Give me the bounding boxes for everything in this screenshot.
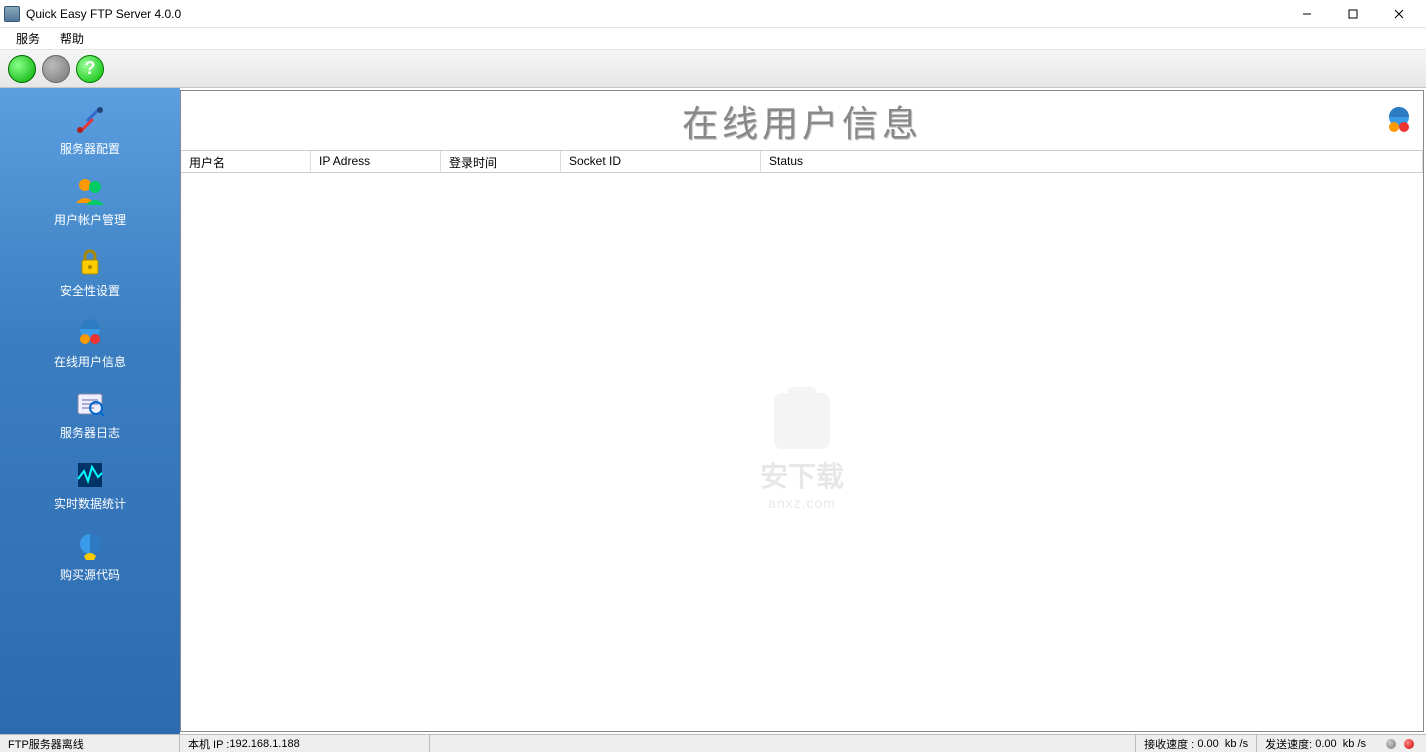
- sidebar-item-label: 服务器日志: [10, 424, 170, 441]
- log-icon: [74, 388, 106, 420]
- status-leds: [1374, 735, 1426, 752]
- help-button[interactable]: ?: [76, 55, 104, 83]
- watermark-text: 安下载: [760, 455, 844, 495]
- users-icon: [74, 175, 106, 207]
- sidebar-item-server-log[interactable]: 服务器日志: [10, 384, 170, 445]
- col-status[interactable]: Status: [761, 151, 1423, 172]
- sidebar-item-realtime-stats[interactable]: 实时数据统计: [10, 455, 170, 516]
- status-ip: 本机 IP : 192.168.1.188: [180, 735, 430, 752]
- menu-service[interactable]: 服务: [6, 28, 50, 49]
- col-ip[interactable]: IP Adress: [311, 151, 441, 172]
- ip-label: 本机 IP :: [188, 736, 229, 752]
- stop-server-button[interactable]: [42, 55, 70, 83]
- sidebar: 服务器配置 用户帐户管理 安全性设置 在线用户信息 服务器日志: [0, 88, 180, 734]
- main-panel: 在线用户信息 用户名 IP Adress 登录时间 Socket ID Stat…: [180, 90, 1424, 732]
- sidebar-item-label: 实时数据统计: [10, 495, 170, 512]
- sidebar-item-buy-source[interactable]: 购买源代码: [10, 526, 170, 587]
- panel-title: 在线用户信息: [682, 95, 922, 147]
- table-header: 用户名 IP Adress 登录时间 Socket ID Status: [181, 151, 1423, 173]
- sidebar-item-label: 在线用户信息: [10, 353, 170, 370]
- table-body: 安下载 anxz.com: [181, 173, 1423, 731]
- buy-icon: [74, 530, 106, 562]
- led-gray-icon: [1386, 739, 1396, 749]
- col-username[interactable]: 用户名: [181, 151, 311, 172]
- minimize-button[interactable]: [1284, 0, 1330, 28]
- online-users-icon: [1383, 105, 1415, 137]
- sidebar-item-label: 服务器配置: [10, 140, 170, 157]
- start-server-button[interactable]: [8, 55, 36, 83]
- panel-header: 在线用户信息: [181, 91, 1423, 151]
- stats-icon: [74, 459, 106, 491]
- sidebar-item-online-users[interactable]: 在线用户信息: [10, 313, 170, 374]
- sidebar-item-security[interactable]: 安全性设置: [10, 242, 170, 303]
- sidebar-item-label: 安全性设置: [10, 282, 170, 299]
- shield-icon: [774, 393, 830, 449]
- watermark-sub: anxz.com: [760, 495, 844, 511]
- ip-value: 192.168.1.188: [229, 738, 299, 750]
- toolbar: ?: [0, 50, 1426, 88]
- recv-label: 接收速度 :: [1144, 736, 1194, 752]
- send-label: 发送速度:: [1265, 736, 1312, 752]
- recv-value: 0.00: [1197, 738, 1218, 750]
- sidebar-item-user-accounts[interactable]: 用户帐户管理: [10, 171, 170, 232]
- send-value: 0.00: [1315, 738, 1336, 750]
- lock-icon: [74, 246, 106, 278]
- window-controls: [1284, 0, 1422, 28]
- watermark: 安下载 anxz.com: [760, 393, 844, 511]
- close-button[interactable]: [1376, 0, 1422, 28]
- sidebar-item-server-config[interactable]: 服务器配置: [10, 100, 170, 161]
- titlebar: Quick Easy FTP Server 4.0.0: [0, 0, 1426, 28]
- status-recv-speed: 接收速度 : 0.00 kb /s: [1135, 735, 1256, 752]
- menubar: 服务 帮助: [0, 28, 1426, 50]
- app-icon: [4, 6, 20, 22]
- tools-icon: [74, 104, 106, 136]
- maximize-button[interactable]: [1330, 0, 1376, 28]
- status-offline: FTP服务器离线: [0, 735, 180, 752]
- send-unit: kb /s: [1343, 738, 1366, 750]
- window-title: Quick Easy FTP Server 4.0.0: [26, 7, 1284, 21]
- led-red-icon: [1404, 739, 1414, 749]
- sidebar-item-label: 用户帐户管理: [10, 211, 170, 228]
- statusbar: FTP服务器离线 本机 IP : 192.168.1.188 接收速度 : 0.…: [0, 734, 1426, 752]
- col-socket-id[interactable]: Socket ID: [561, 151, 761, 172]
- sidebar-item-label: 购买源代码: [10, 566, 170, 583]
- online-users-icon: [74, 317, 106, 349]
- status-send-speed: 发送速度: 0.00 kb /s: [1256, 735, 1374, 752]
- recv-unit: kb /s: [1225, 738, 1248, 750]
- menu-help[interactable]: 帮助: [50, 28, 94, 49]
- body-area: 服务器配置 用户帐户管理 安全性设置 在线用户信息 服务器日志: [0, 88, 1426, 734]
- col-login-time[interactable]: 登录时间: [441, 151, 561, 172]
